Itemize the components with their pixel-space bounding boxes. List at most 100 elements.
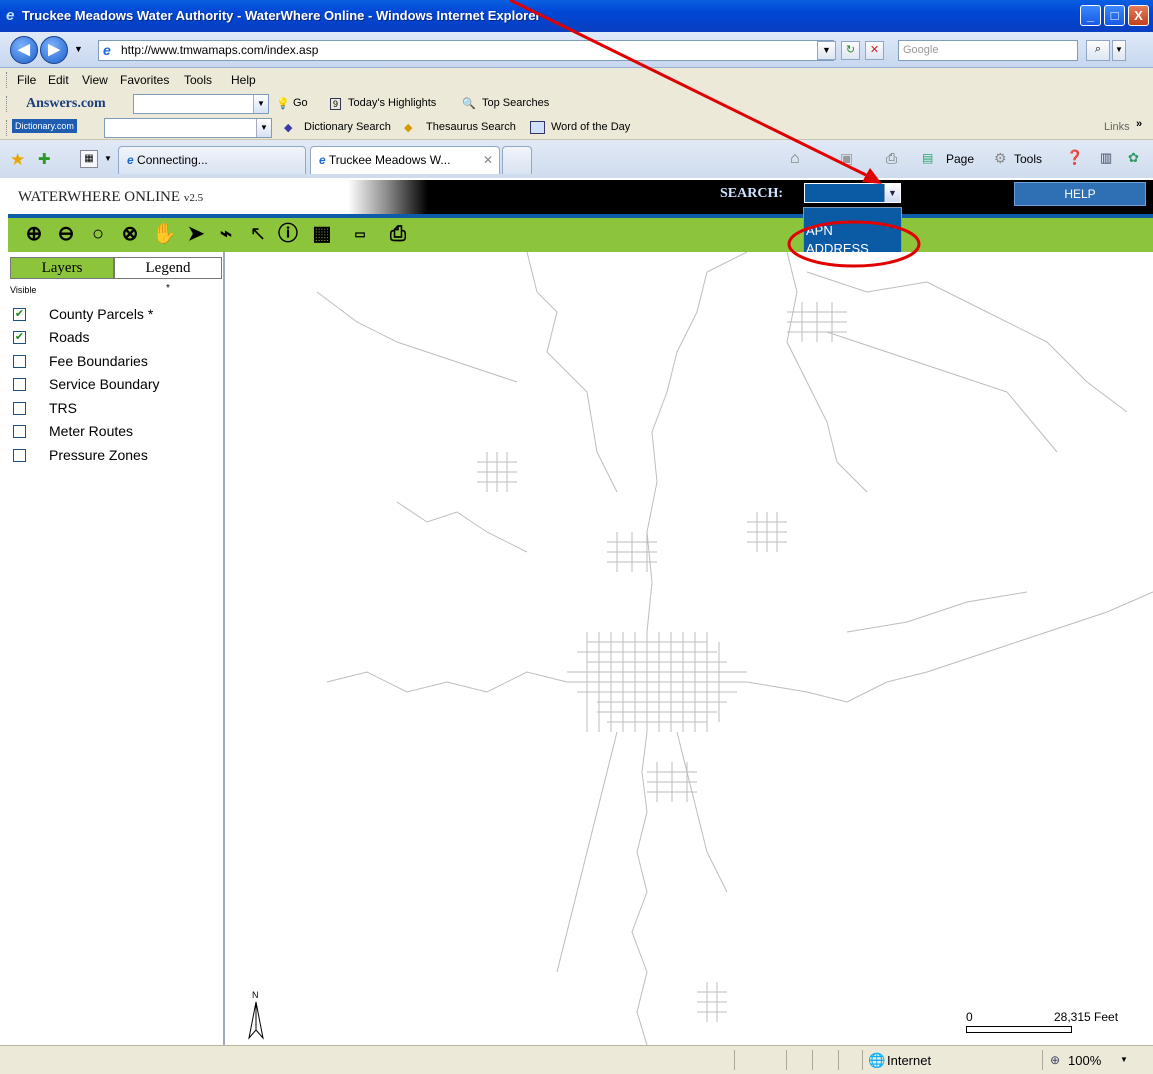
menu-favorites[interactable]: Favorites [120,73,169,87]
answers-search-input[interactable]: ▼ [133,94,269,114]
search-box[interactable]: Google [898,40,1078,61]
research-icon[interactable]: ▥ [1100,150,1112,166]
answers-brand[interactable]: Answers.com [26,96,106,112]
tab-legend[interactable]: Legend [114,257,222,279]
search-icon[interactable]: ⌕ [1086,40,1110,61]
chevron-down-icon[interactable]: ▼ [253,95,268,113]
dictionary-search-button[interactable]: Dictionary Search [304,121,391,133]
search-options-icon[interactable]: ▼ [1112,40,1126,61]
print-icon[interactable]: ⎙ [886,150,897,167]
ie-page-icon: e [127,153,134,167]
layer-label: County Parcels * [49,306,154,322]
scale-end: 28,315 Feet [1054,1010,1119,1024]
print-map-icon[interactable]: ⎙ [386,222,410,246]
zoom-dropdown-icon[interactable]: ▼ [1120,1055,1128,1064]
window-title: Truckee Meadows Water Authority - WaterW… [22,8,541,23]
chevron-down-icon[interactable]: ▼ [884,184,900,202]
feeds-icon[interactable]: ▣ [840,150,853,167]
scale-zero: 0 [966,1010,973,1024]
menu-edit[interactable]: Edit [48,73,69,87]
close-tab-icon[interactable]: ✕ [483,153,493,167]
minimize-button[interactable]: _ [1080,5,1101,26]
scale-bar: 0 28,315 Feet [966,1010,1126,1040]
chevron-down-icon[interactable]: ▼ [256,119,271,137]
page-icon: e [103,42,111,58]
pan-hand-icon[interactable]: ✋ [152,222,177,246]
dictionary-search-input[interactable]: ▼ [104,118,272,138]
select-features-icon[interactable]: ⌁ [214,222,238,246]
todays-highlights-button[interactable]: Today's Highlights [348,97,436,109]
toolbar-grip [6,96,9,112]
top-searches-button[interactable]: Top Searches [482,97,549,109]
url-field[interactable]: e http://www.tmwamaps.com/index.asp [98,40,834,61]
help-button[interactable]: HELP [1014,182,1146,206]
messenger-icon[interactable]: ✿ [1128,150,1139,166]
star-column-header: * [166,283,170,294]
layer-checkbox[interactable] [13,355,26,368]
layer-checkbox[interactable]: ✔ [13,308,26,321]
quick-tabs-icon[interactable]: ▦ [80,150,98,168]
links-button[interactable]: Links [1104,121,1130,133]
go-button[interactable]: Go [293,97,308,109]
word-of-the-day-button[interactable]: Word of the Day [551,121,630,133]
map-canvas[interactable] [227,252,1153,1045]
address-dropdown-button[interactable]: ▼ [817,41,836,60]
forward-button[interactable]: ▶ [40,36,68,64]
calendar-icon: 9 [330,98,342,110]
full-extent-globe-icon[interactable]: ⊗ [118,222,142,246]
tools-menu-button[interactable]: Tools [1014,152,1042,166]
close-button[interactable]: X [1128,5,1149,26]
new-tab-button[interactable] [502,146,532,174]
stop-button[interactable]: ✕ [865,41,884,60]
select-arrow-icon[interactable]: ➤ [184,222,208,246]
layer-label: Meter Routes [49,423,134,439]
layer-checkbox[interactable] [13,402,26,415]
calendar-grid-icon [530,121,545,134]
tab-list-dropdown-icon[interactable]: ▼ [104,154,112,163]
tab-connecting[interactable]: e Connecting... [118,146,306,174]
layer-checkbox[interactable] [13,449,26,462]
favorites-star-icon[interactable]: ★ [10,150,25,170]
back-button[interactable]: ◀ [10,36,38,64]
menu-view[interactable]: View [82,73,108,87]
layer-panel: Layers Legend Visible * ✔ County Parcels… [8,252,225,1045]
table-icon[interactable]: ▦ [310,222,334,246]
refresh-button[interactable]: ↻ [841,41,860,60]
layer-checkbox[interactable] [13,425,26,438]
zoom-box-icon[interactable]: ○ [86,222,110,246]
option-apn[interactable]: APN [806,224,833,238]
dictionary-brand[interactable]: Dictionary.com [12,119,77,133]
info-icon[interactable]: ⓘ [276,222,300,246]
map-toolbar: ⊕ ⊖ ○ ⊗ ✋ ➤ ⌁ ↖ ⓘ ▦ ▭ ⎙ [8,218,1153,252]
layer-label: Pressure Zones [49,447,148,463]
layer-checkbox[interactable]: ✔ [13,331,26,344]
chevron-right-icon[interactable]: » [1136,118,1142,130]
menu-tools[interactable]: Tools [184,73,212,87]
thesaurus-search-button[interactable]: Thesaurus Search [426,121,516,133]
zoom-out-icon[interactable]: ⊖ [54,222,78,246]
gear-icon: ⚙ [994,150,1007,166]
layer-label: Fee Boundaries [49,353,148,369]
dictionary-toolbar: Dictionary.com ▼ ◆ Dictionary Search ◆ T… [0,116,1153,140]
zoom-level[interactable]: 100% [1068,1053,1101,1068]
home-icon[interactable]: ⌂ [790,150,800,168]
history-dropdown-icon[interactable]: ▼ [74,44,83,54]
menu-file[interactable]: File [17,73,36,87]
menu-help[interactable]: Help [231,73,256,87]
add-favorite-icon[interactable]: ✚ [38,150,51,168]
zoom-in-icon[interactable]: ⊕ [22,222,46,246]
road-network [316,252,1153,1045]
tab-layers[interactable]: Layers [10,257,114,279]
pointer-icon[interactable]: ↖ [246,222,270,246]
page-menu-button[interactable]: Page [946,152,974,166]
search-type-select[interactable]: ▼ [804,183,901,203]
measure-icon[interactable]: ▭ [348,222,372,246]
help-icon[interactable]: ❓ [1066,149,1083,166]
address-row: ◀ ▶ ▼ e http://www.tmwamaps.com/index.as… [0,32,1153,68]
tab-truckee-meadows[interactable]: e Truckee Meadows W... ✕ [310,146,500,174]
maximize-button[interactable]: □ [1104,5,1125,26]
status-bar: 🌐 Internet ⊕ 100% ▼ [0,1045,1153,1074]
logo-text: WATERWHERE ONLINE [18,189,181,205]
thesaurus-icon: ◆ [404,122,413,134]
layer-checkbox[interactable] [13,378,26,391]
